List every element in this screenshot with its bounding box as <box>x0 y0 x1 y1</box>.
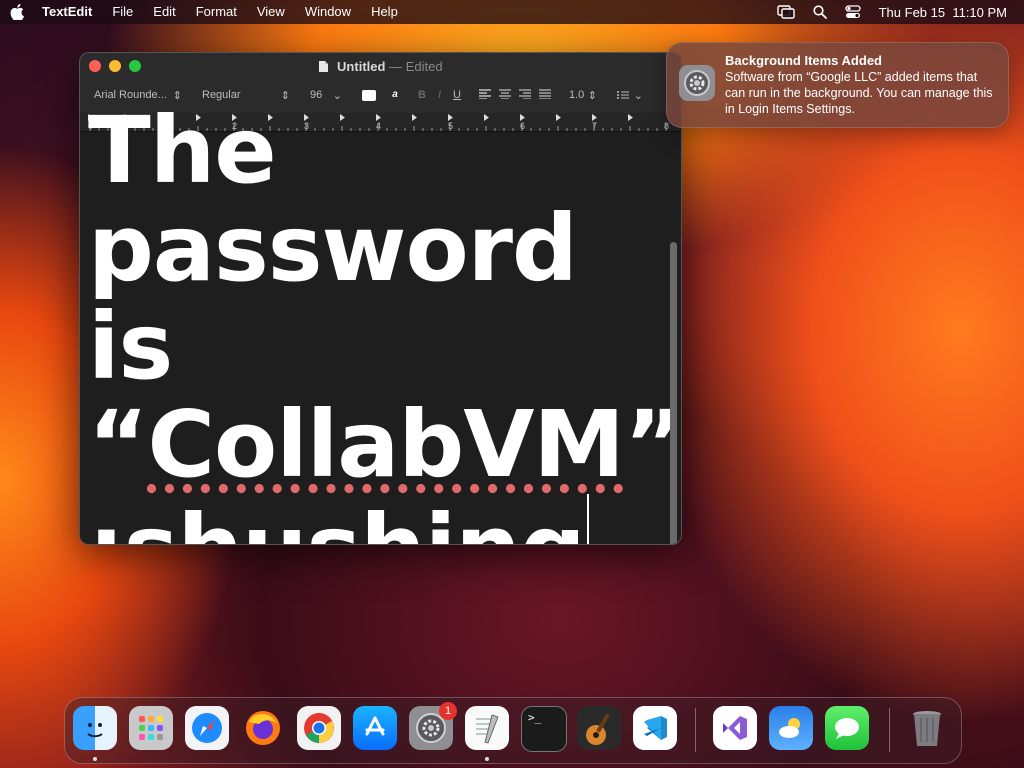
system-settings-icon[interactable]: 1 <box>409 702 457 750</box>
control-center-icon[interactable] <box>836 5 870 19</box>
dock-separator <box>889 708 890 752</box>
finder-icon[interactable] <box>73 706 117 750</box>
textedit-icon[interactable] <box>465 706 509 750</box>
menubar-clock[interactable]: Thu Feb 15 11:10 PM <box>870 5 1016 20</box>
misspelled-word: CollabVM <box>147 391 624 498</box>
menu-bar: TextEdit File Edit Format View Window He… <box>0 0 1024 24</box>
document-text[interactable]: The password is “CollabVM” :shushing <box>88 97 681 544</box>
menu-edit[interactable]: Edit <box>143 0 185 24</box>
italic-icon[interactable]: I <box>438 89 441 101</box>
chevron-down-icon: ⌄ <box>332 89 342 102</box>
firefox-icon[interactable] <box>241 706 285 750</box>
running-indicator <box>485 757 489 761</box>
align-right-icon[interactable] <box>518 88 531 102</box>
garageband-icon[interactable] <box>577 706 621 750</box>
menu-file[interactable]: File <box>102 0 143 24</box>
title-separator: — <box>389 59 403 74</box>
notification-body: Software from “Google LLC” added items t… <box>725 70 993 116</box>
menu-app-name[interactable]: TextEdit <box>34 0 102 24</box>
safari-icon[interactable] <box>185 706 229 750</box>
stepper-icon: ⇕ <box>587 89 597 102</box>
vertical-scrollbar[interactable] <box>670 242 677 544</box>
running-indicator <box>93 757 97 761</box>
bold-icon[interactable]: B <box>418 89 426 101</box>
launchpad-icon[interactable] <box>129 706 173 750</box>
chevron-down-icon: ⌄ <box>633 89 643 102</box>
align-center-icon[interactable] <box>498 88 511 102</box>
textedit-window: Untitled — Edited Arial Rounde... ⇕ Regu… <box>79 52 682 545</box>
vscode-icon[interactable] <box>633 706 677 750</box>
notification-banner[interactable]: Background Items Added Software from “Go… <box>666 42 1009 128</box>
text-line: “CollabVM” <box>88 396 681 494</box>
messages-icon[interactable] <box>825 706 869 750</box>
menu-format[interactable]: Format <box>186 0 247 24</box>
apple-menu-icon[interactable] <box>0 4 34 20</box>
notification-badge: 1 <box>439 702 457 720</box>
trash-icon[interactable] <box>905 706 949 750</box>
weather-icon[interactable] <box>769 706 813 750</box>
text-line: :shushing <box>88 494 648 544</box>
justify-icon[interactable] <box>538 88 551 102</box>
text-color-swatch[interactable] <box>362 89 376 101</box>
dock: 1 >_ <box>64 697 962 764</box>
system-settings-gear-icon <box>679 65 715 101</box>
document-editor[interactable]: The password is “CollabVM” :shushing <box>80 102 681 544</box>
align-left-icon[interactable] <box>478 88 491 102</box>
chrome-icon[interactable] <box>297 706 341 750</box>
visual-studio-icon[interactable] <box>713 706 757 750</box>
terminal-icon[interactable]: >_ <box>521 706 567 752</box>
menu-window[interactable]: Window <box>295 0 361 24</box>
open-quote: “ <box>88 391 148 498</box>
stepper-icon: ⇕ <box>280 89 290 102</box>
document-icon <box>318 60 329 76</box>
app-store-icon[interactable] <box>353 706 397 750</box>
ruler-label: 8 <box>664 121 670 131</box>
menu-help[interactable]: Help <box>361 0 408 24</box>
menu-view[interactable]: View <box>247 0 295 24</box>
highlight-color-swatch[interactable]: a <box>388 89 402 101</box>
window-title: Untitled — Edited <box>80 59 681 76</box>
text-line: password is <box>88 195 578 400</box>
list-icon <box>616 91 629 99</box>
edited-label: Edited <box>405 59 443 74</box>
notification-title: Background Items Added <box>725 53 882 68</box>
spotlight-search-icon[interactable] <box>804 5 836 19</box>
text-cursor <box>586 494 589 544</box>
underline-icon[interactable]: U <box>453 89 461 101</box>
screen-mirroring-icon[interactable] <box>768 5 804 19</box>
document-title: Untitled <box>337 59 386 74</box>
text-line: The <box>88 97 277 204</box>
dock-separator <box>695 708 696 752</box>
